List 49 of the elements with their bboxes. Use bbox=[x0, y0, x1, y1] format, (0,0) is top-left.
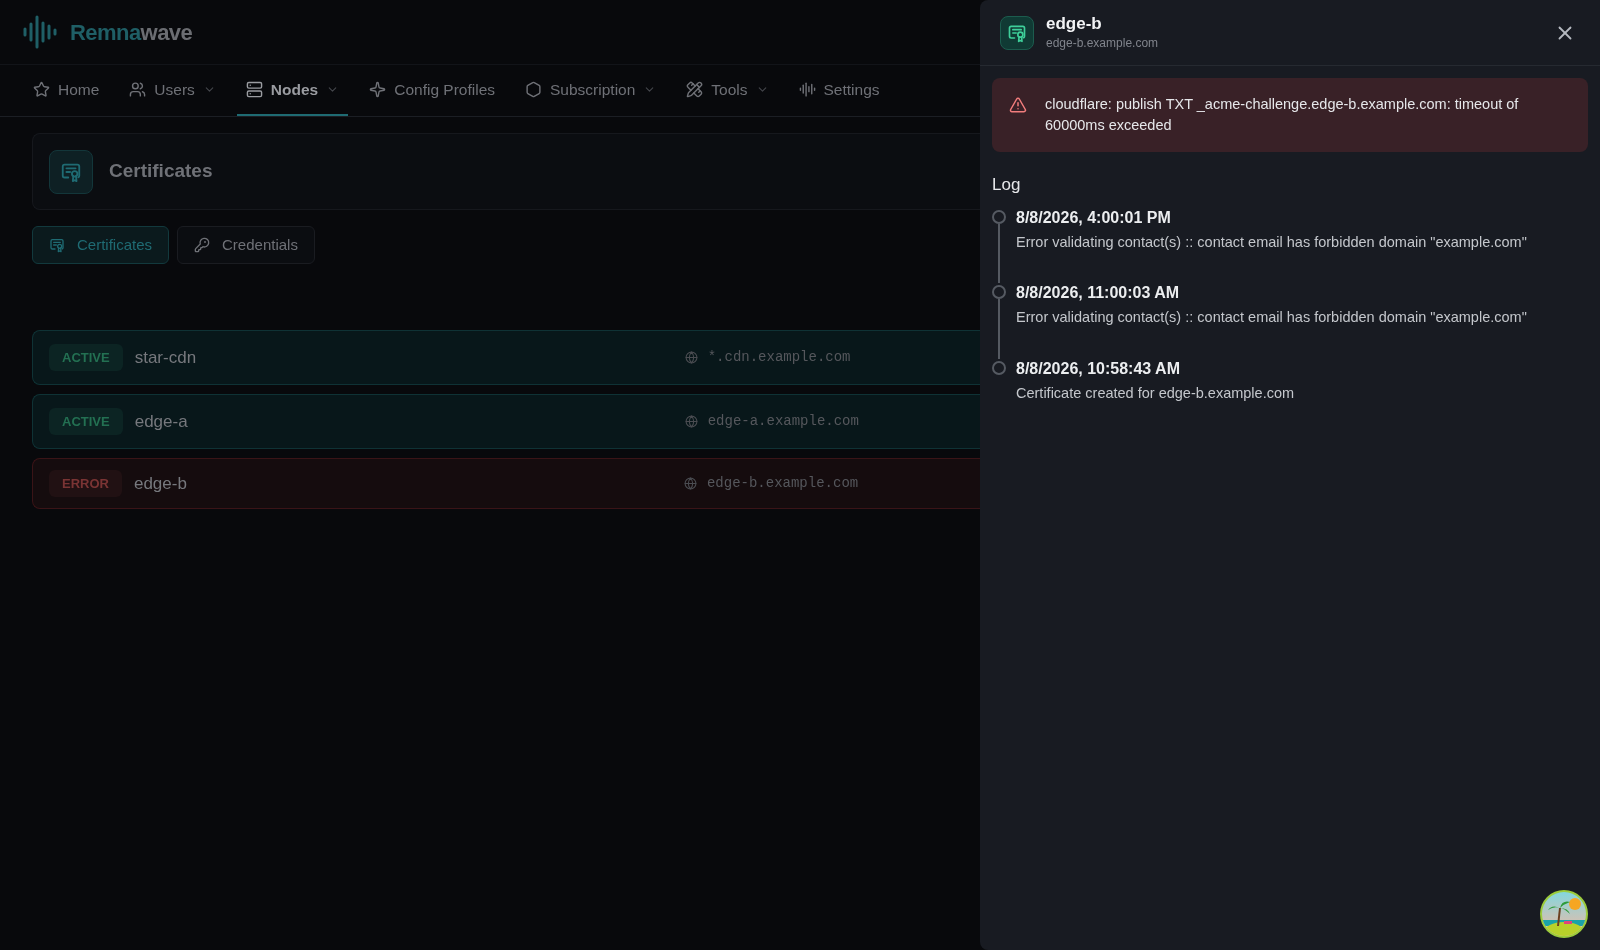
log-message: Certificate created for edge-b.example.com bbox=[1016, 384, 1295, 403]
drawer-title: edge-b bbox=[1046, 12, 1103, 35]
globe-icon bbox=[684, 415, 698, 428]
certificate-row[interactable]: ACTIVE edge-a edge-a.example.com bbox=[32, 394, 980, 449]
users-icon bbox=[129, 81, 147, 98]
nav-tab[interactable]: Tools bbox=[677, 65, 778, 116]
log-time: 8/8/2026, 11:00:03 AM bbox=[1016, 283, 1181, 304]
nav-tab[interactable]: Config Profiles bbox=[360, 65, 504, 116]
certificate-name: star-cdn bbox=[134, 346, 198, 369]
status-badge: ACTIVE bbox=[49, 343, 123, 372]
page-title: Certificates bbox=[109, 159, 213, 184]
timeline-line bbox=[998, 299, 1000, 359]
nav-tab[interactable]: Nodes bbox=[236, 65, 349, 116]
audio-lines-icon bbox=[798, 81, 816, 98]
nav-tab[interactable]: Subscription bbox=[516, 65, 666, 116]
drawer-subtitle: edge-b.example.com bbox=[1046, 35, 1160, 53]
star-icon bbox=[33, 81, 50, 98]
certificate-row[interactable]: ACTIVE star-cdn *.cdn.example.com bbox=[32, 330, 980, 385]
certificate-domain: *.cdn.example.com bbox=[707, 348, 851, 367]
timeline-line bbox=[998, 223, 1000, 284]
status-badge: ERROR bbox=[49, 469, 122, 498]
nav-tab[interactable]: Settings bbox=[789, 65, 889, 116]
globe-icon bbox=[684, 351, 698, 364]
hexagon-icon bbox=[525, 81, 542, 98]
warning-icon bbox=[1009, 96, 1027, 114]
certificate-domain: edge-a.example.com bbox=[707, 412, 859, 431]
nav-tab[interactable]: Users bbox=[120, 65, 225, 116]
log-message: Error validating contact(s) :: contact email has forbidden domain "example.com" bbox=[1016, 232, 1527, 252]
key-icon bbox=[194, 237, 211, 253]
log-heading: Log bbox=[992, 174, 1022, 196]
certificate-name: edge-a bbox=[134, 410, 189, 433]
tools-icon bbox=[686, 81, 704, 98]
nav-tab[interactable]: Home bbox=[24, 65, 109, 116]
status-badge: ACTIVE bbox=[49, 407, 123, 436]
log-time: 8/8/2026, 4:00:01 PM bbox=[1016, 207, 1172, 228]
logo-text[interactable]: Remnawave bbox=[70, 15, 193, 49]
segment-tab[interactable]: Credentials bbox=[177, 226, 315, 264]
logo-icon bbox=[22, 14, 58, 50]
certificate-row[interactable]: ERROR edge-b edge-b.example.com bbox=[32, 458, 980, 509]
segment-tab[interactable]: Certificates bbox=[32, 226, 170, 264]
certificate-icon bbox=[49, 237, 65, 253]
certificate-domain: edge-b.example.com bbox=[706, 474, 859, 493]
log-time: 8/8/2026, 10:58:43 AM bbox=[1016, 359, 1181, 379]
log-message: Error validating contact(s) :: contact email has forbidden domain "example.com" bbox=[1016, 308, 1527, 328]
server-icon bbox=[245, 81, 263, 98]
alert-message: cloudflare: publish TXT _acme-challenge.edge-b.example.com: timeout of 60000ms exceeded bbox=[1045, 95, 1520, 135]
globe-icon bbox=[683, 477, 697, 490]
certificate-name: edge-b bbox=[133, 472, 188, 495]
sparkle-icon bbox=[369, 81, 387, 98]
